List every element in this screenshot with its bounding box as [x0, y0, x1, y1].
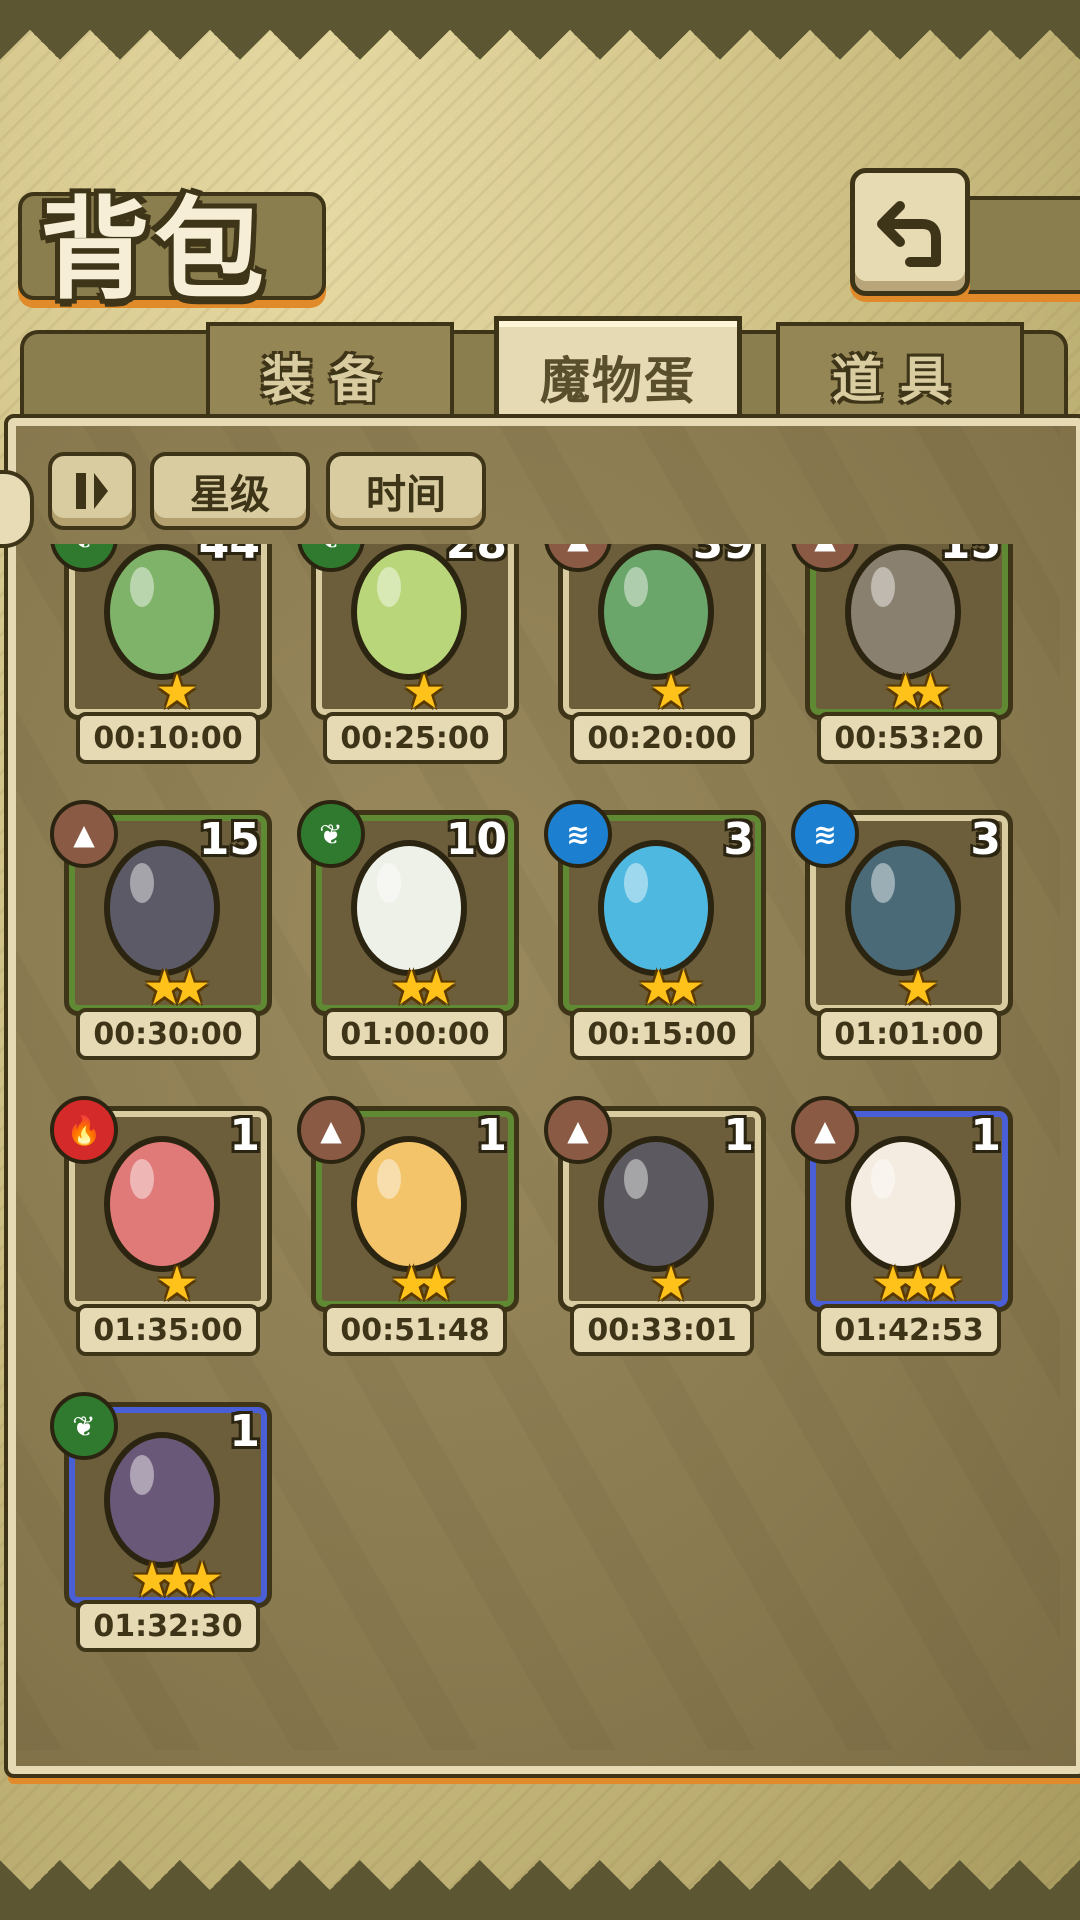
egg-count: 10: [445, 814, 507, 865]
earth-element-icon: ▲: [297, 1096, 365, 1164]
back-button[interactable]: [850, 168, 970, 296]
hatch-timer: 00:33:01: [570, 1304, 754, 1356]
earth-element-icon: ▲: [544, 1096, 612, 1164]
hatch-timer: 01:32:30: [76, 1600, 260, 1652]
top-border-decoration: [0, 0, 1080, 70]
egg-count: 1: [970, 1110, 1001, 1161]
hatch-timer: 00:53:20: [817, 712, 1001, 764]
egg-count: 3: [970, 814, 1001, 865]
sort-by-time-button[interactable]: 时间: [326, 452, 486, 530]
hatch-timer: 01:01:00: [817, 1008, 1001, 1060]
tab-label: 装备: [262, 351, 398, 409]
water-element-icon: ≋: [544, 800, 612, 868]
egg-card[interactable]: ≋ 3 ★★ 00:15:00: [534, 800, 794, 1110]
fire-element-icon: 🔥: [50, 1096, 118, 1164]
back-arrow-icon: [877, 201, 941, 267]
egg-card[interactable]: ▲ 1 ★ 00:33:01: [534, 1096, 794, 1406]
egg-card[interactable]: ▲ 1 ★★ 00:51:48: [287, 1096, 547, 1406]
hatch-timer: 00:15:00: [570, 1008, 754, 1060]
egg-count: 1: [229, 1110, 260, 1161]
egg-card[interactable]: ▲ 1 ★★★ 01:42:53: [781, 1096, 1040, 1406]
tab-label: 道具: [832, 351, 968, 409]
sort-by-star-button[interactable]: 星级: [150, 452, 310, 530]
egg-count: 3: [723, 814, 754, 865]
tab-equipment[interactable]: 装备: [206, 322, 454, 426]
water-element-icon: ≋: [791, 800, 859, 868]
egg-card[interactable]: ❦ 10 ★★ 01:00:00: [287, 800, 547, 1110]
hatch-timer: 00:30:00: [76, 1008, 260, 1060]
egg-count: 15: [198, 814, 260, 865]
egg-card[interactable]: ▲15★★00:53:20: [781, 544, 1040, 814]
plant-element-icon: ❦: [50, 1392, 118, 1460]
egg-card[interactable]: 🔥 1 ★ 01:35:00: [40, 1096, 300, 1406]
sort-by-time-label: 时间: [366, 472, 446, 518]
egg-count: 28: [446, 544, 507, 569]
egg-card[interactable]: ≋ 3 ★ 01:01:00: [781, 800, 1040, 1110]
hatch-timer: 00:10:00: [76, 712, 260, 764]
pause-button[interactable]: [48, 452, 136, 530]
hatch-timer: 00:25:00: [323, 712, 507, 764]
egg-card[interactable]: ▲39★00:20:00: [534, 544, 794, 814]
sort-by-star-label: 星级: [190, 472, 270, 518]
egg-count: 1: [476, 1110, 507, 1161]
egg-count: 39: [693, 544, 754, 569]
egg-card[interactable]: ❦28★00:25:00: [287, 544, 547, 814]
egg-card[interactable]: ❦ 1 ★★★ 01:32:30: [40, 1392, 300, 1702]
egg-count: 44: [199, 544, 260, 569]
hatch-timer: 00:20:00: [570, 712, 754, 764]
egg-card[interactable]: ▲ 15 ★★ 00:30:00: [40, 800, 300, 1110]
egg-count: 15: [940, 544, 1001, 569]
tab-monster-eggs[interactable]: 魔物蛋: [494, 316, 742, 433]
hatch-timer: 01:00:00: [323, 1008, 507, 1060]
earth-element-icon: ▲: [791, 1096, 859, 1164]
egg-count: 1: [229, 1406, 260, 1457]
page-title: 背包: [40, 185, 268, 314]
pause-icon: [76, 473, 108, 509]
tab-items[interactable]: 道具: [776, 322, 1024, 426]
hatch-timer: 01:35:00: [76, 1304, 260, 1356]
tab-label: 魔物蛋: [540, 352, 696, 410]
plant-element-icon: ❦: [297, 800, 365, 868]
egg-count: 1: [723, 1110, 754, 1161]
bottom-border-decoration: [0, 1840, 1080, 1920]
egg-grid: ❦44★00:10:00❦28★00:25:00▲39★00:20:00▲15★…: [40, 544, 1040, 1734]
egg-card[interactable]: ❦44★00:10:00: [40, 544, 300, 814]
hatch-timer: 00:51:48: [323, 1304, 507, 1356]
hatch-timer: 01:42:53: [817, 1304, 1001, 1356]
earth-element-icon: ▲: [50, 800, 118, 868]
